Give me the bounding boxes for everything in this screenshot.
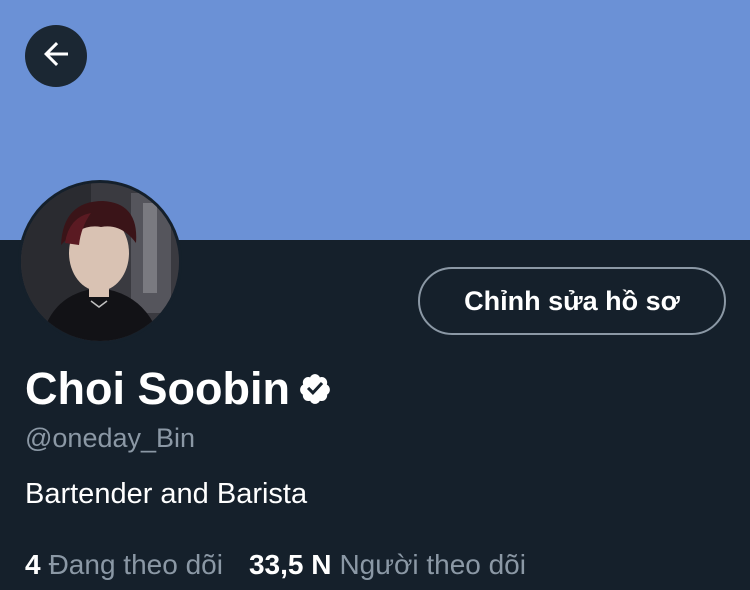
profile-stats: 4 Đang theo dõi 33,5 N Người theo dõi	[25, 547, 526, 583]
verified-badge-icon	[298, 372, 332, 406]
edit-profile-button[interactable]: Chỉnh sửa hồ sơ	[418, 267, 726, 335]
display-name: Choi Soobin	[25, 363, 290, 414]
handle: @oneday_Bin	[25, 423, 196, 453]
profile-page: Chỉnh sửa hồ sơ Choi Soobin @oneday_Bin …	[0, 0, 750, 590]
avatar-image	[21, 183, 179, 341]
followers-stat[interactable]: 33,5 N Người theo dõi	[249, 547, 526, 583]
bio: Bartender and Barista	[25, 478, 308, 510]
display-name-row: Choi Soobin	[25, 360, 332, 418]
following-count: 4	[25, 549, 41, 580]
back-button[interactable]	[25, 25, 87, 87]
followers-label: Người theo dõi	[339, 549, 526, 580]
followers-count: 33,5 N	[248, 549, 332, 580]
avatar[interactable]	[18, 180, 182, 344]
arrow-left-icon	[38, 36, 74, 77]
following-label: Đang theo dõi	[48, 549, 223, 580]
following-stat[interactable]: 4 Đang theo dõi	[25, 547, 223, 583]
